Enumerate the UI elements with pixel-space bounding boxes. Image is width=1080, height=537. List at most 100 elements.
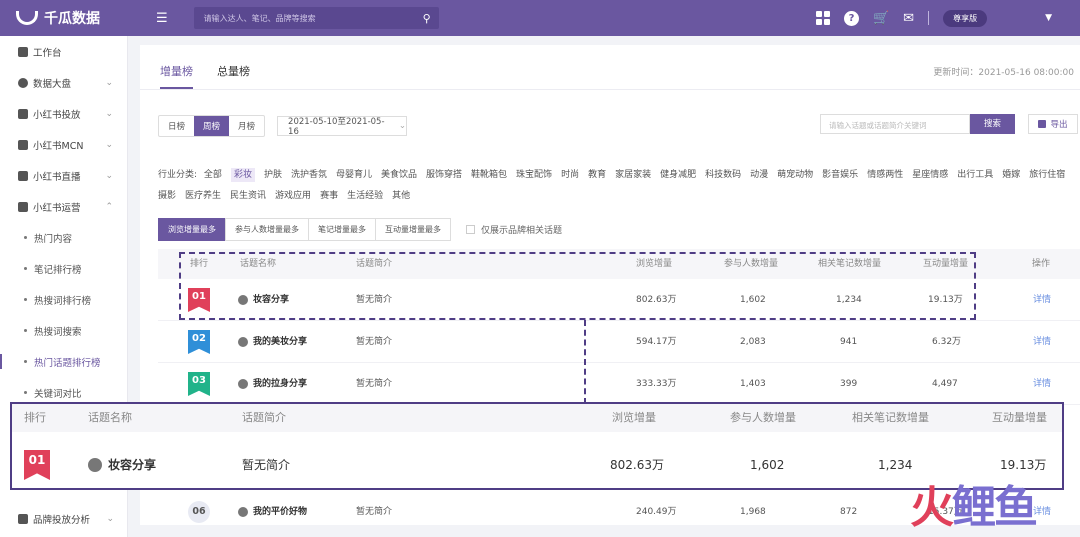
sidebar-sub-hot-content[interactable]: 热门内容: [0, 222, 127, 253]
participants-value: 2,083: [740, 337, 766, 347]
category-item[interactable]: 萌宠动物: [777, 165, 813, 186]
category-item[interactable]: 赛事: [320, 186, 338, 207]
sort-notes[interactable]: 笔记增量最多: [308, 218, 376, 241]
topic-intro: 暂无简介: [356, 379, 393, 389]
notes-value: 872: [840, 507, 858, 517]
search-icon[interactable]: ⚲: [423, 12, 431, 25]
help-icon[interactable]: ?: [843, 10, 859, 26]
period-day[interactable]: 日榜: [159, 116, 194, 136]
category-item[interactable]: 时尚: [561, 165, 579, 186]
building-icon: [18, 139, 28, 150]
category-item[interactable]: 其他: [392, 186, 410, 207]
participants-value: 1,602: [750, 458, 785, 472]
category-item[interactable]: 洗护香氛: [291, 165, 327, 186]
watermark-logo: 火鲤鱼: [910, 482, 1038, 533]
sidebar-item-live[interactable]: 小红书直播 ⌄: [0, 160, 127, 191]
category-item[interactable]: 情感两性: [867, 165, 903, 186]
brand-only-checkbox[interactable]: 仅展示品牌相关话题: [466, 223, 562, 236]
divider: [140, 89, 1080, 90]
views-value: 240.49万: [636, 507, 677, 517]
sidebar-item-brand-analysis[interactable]: 品牌投放分析 ⌄: [0, 503, 128, 534]
topic-name[interactable]: 我的美妆分享: [253, 321, 307, 363]
global-search-input[interactable]: 请输入达人、笔记、品牌等搜索 ⚲: [193, 7, 439, 29]
detail-link[interactable]: 详情: [1033, 363, 1051, 405]
detail-link[interactable]: 详情: [1033, 279, 1051, 321]
period-month[interactable]: 月榜: [229, 116, 264, 136]
mail-icon[interactable]: ✉: [903, 11, 914, 26]
sidebar-sub-hotword-rank[interactable]: 热搜词排行榜: [0, 284, 127, 315]
sort-interactions[interactable]: 互动量增量最多: [375, 218, 451, 241]
sort-participants[interactable]: 参与人数增量最多: [225, 218, 309, 241]
export-button[interactable]: 导出: [1028, 114, 1078, 134]
category-filter: 行业分类: 全部 彩妆 护肤 洗护香氛 母婴育儿 美食饮品 服饰穿搭 鞋靴箱包 珠宝配饰 时尚 教育…: [158, 165, 1078, 207]
category-item[interactable]: 科技数码: [705, 165, 741, 186]
logo[interactable]: 千瓜数据: [16, 8, 156, 28]
detail-link[interactable]: 详情: [1033, 321, 1051, 363]
category-item[interactable]: 美食饮品: [381, 165, 417, 186]
interactions-value: 6.32万: [932, 337, 962, 347]
category-item[interactable]: 出行工具: [957, 165, 993, 186]
category-item[interactable]: 旅行住宿: [1029, 165, 1065, 186]
sidebar-item-mcn[interactable]: 小红书MCN ⌄: [0, 129, 127, 160]
category-item[interactable]: 民生资讯: [230, 186, 266, 207]
category-item[interactable]: 鞋靴箱包: [471, 165, 507, 186]
category-item[interactable]: 生活经验: [347, 186, 383, 207]
menu-toggle-icon[interactable]: ☰: [156, 11, 168, 26]
category-item[interactable]: 动漫: [750, 165, 768, 186]
table-row[interactable]: 02 我的美妆分享 暂无简介 594.17万 2,083 941 6.32万 详…: [158, 321, 1080, 363]
category-item[interactable]: 全部: [204, 165, 222, 186]
sidebar-item-operations[interactable]: 小红书运营 ⌃: [0, 191, 127, 222]
category-item[interactable]: 星座情感: [912, 165, 948, 186]
category-item[interactable]: 摄影: [158, 186, 176, 207]
topic-intro: 暂无简介: [356, 337, 393, 347]
header-notes: 相关笔记数增量: [852, 411, 929, 424]
date-range-select[interactable]: 2021-05-10至2021-05-16 ⌄: [277, 116, 408, 137]
sidebar-sub-topic-rank[interactable]: 热门话题排行榜: [0, 346, 127, 377]
category-item[interactable]: 母婴育儿: [336, 165, 372, 186]
period-week[interactable]: 周榜: [194, 116, 230, 136]
apps-icon[interactable]: [815, 11, 830, 25]
pie-icon: [18, 77, 28, 88]
sort-views[interactable]: 浏览增量最多: [158, 218, 226, 241]
video-icon: [18, 170, 28, 181]
search-button[interactable]: 搜索: [970, 114, 1015, 134]
target-icon: [18, 108, 28, 119]
header-participants: 参与人数增量: [730, 411, 796, 424]
category-item[interactable]: 婚嫁: [1002, 165, 1020, 186]
rank-badge: 02: [188, 330, 210, 354]
category-item[interactable]: 护肤: [264, 165, 282, 186]
highlight-connector: [584, 320, 586, 404]
account-dropdown-icon[interactable]: ▼: [1045, 13, 1052, 23]
update-time: 更新时间：2021-05-16 08:00:00: [933, 68, 1074, 78]
checkbox-icon: [466, 225, 475, 234]
table-row[interactable]: 03 我的拉身分享 暂无简介 333.33万 1,403 399 4,497 详…: [158, 363, 1080, 405]
sidebar-item-market[interactable]: 数据大盘 ⌄: [0, 67, 127, 98]
header-interactions: 互动量增量: [992, 411, 1047, 424]
category-item[interactable]: 健身减肥: [660, 165, 696, 186]
topic-search-input[interactable]: 请输入话题或话题简介关键词: [820, 114, 970, 134]
tab-total[interactable]: 总量榜: [217, 63, 250, 89]
category-item[interactable]: 家居家装: [615, 165, 651, 186]
sidebar-sub-note-rank[interactable]: 笔记排行榜: [0, 253, 127, 284]
category-item[interactable]: 服饰穿搭: [426, 165, 462, 186]
header-intro: 话题简介: [242, 411, 286, 424]
vip-badge[interactable]: 尊享版: [943, 9, 988, 27]
sidebar-item-delivery[interactable]: 小红书投放 ⌄: [0, 98, 127, 129]
topic-icon: [238, 379, 248, 389]
sidebar-sub-hotword-search[interactable]: 热搜词搜索: [0, 315, 127, 346]
category-item[interactable]: 教育: [588, 165, 606, 186]
tab-increment[interactable]: 增量榜: [160, 63, 193, 89]
topic-icon: [88, 458, 102, 472]
cart-icon[interactable]: 🛒: [873, 11, 889, 26]
category-item[interactable]: 珠宝配饰: [516, 165, 552, 186]
sidebar-item-workbench[interactable]: 工作台: [0, 36, 127, 67]
highlight-dashed-box: [179, 252, 976, 320]
topic-name[interactable]: 我的平价好物: [253, 491, 307, 533]
category-item[interactable]: 医疗养生: [185, 186, 221, 207]
category-item[interactable]: 影音娱乐: [822, 165, 858, 186]
topic-name[interactable]: 我的拉身分享: [253, 363, 307, 405]
category-item[interactable]: 游戏应用: [275, 186, 311, 207]
category-item[interactable]: 彩妆: [230, 168, 255, 182]
notes-value: 399: [840, 379, 858, 389]
chevron-down-icon: ⌄: [105, 170, 113, 181]
